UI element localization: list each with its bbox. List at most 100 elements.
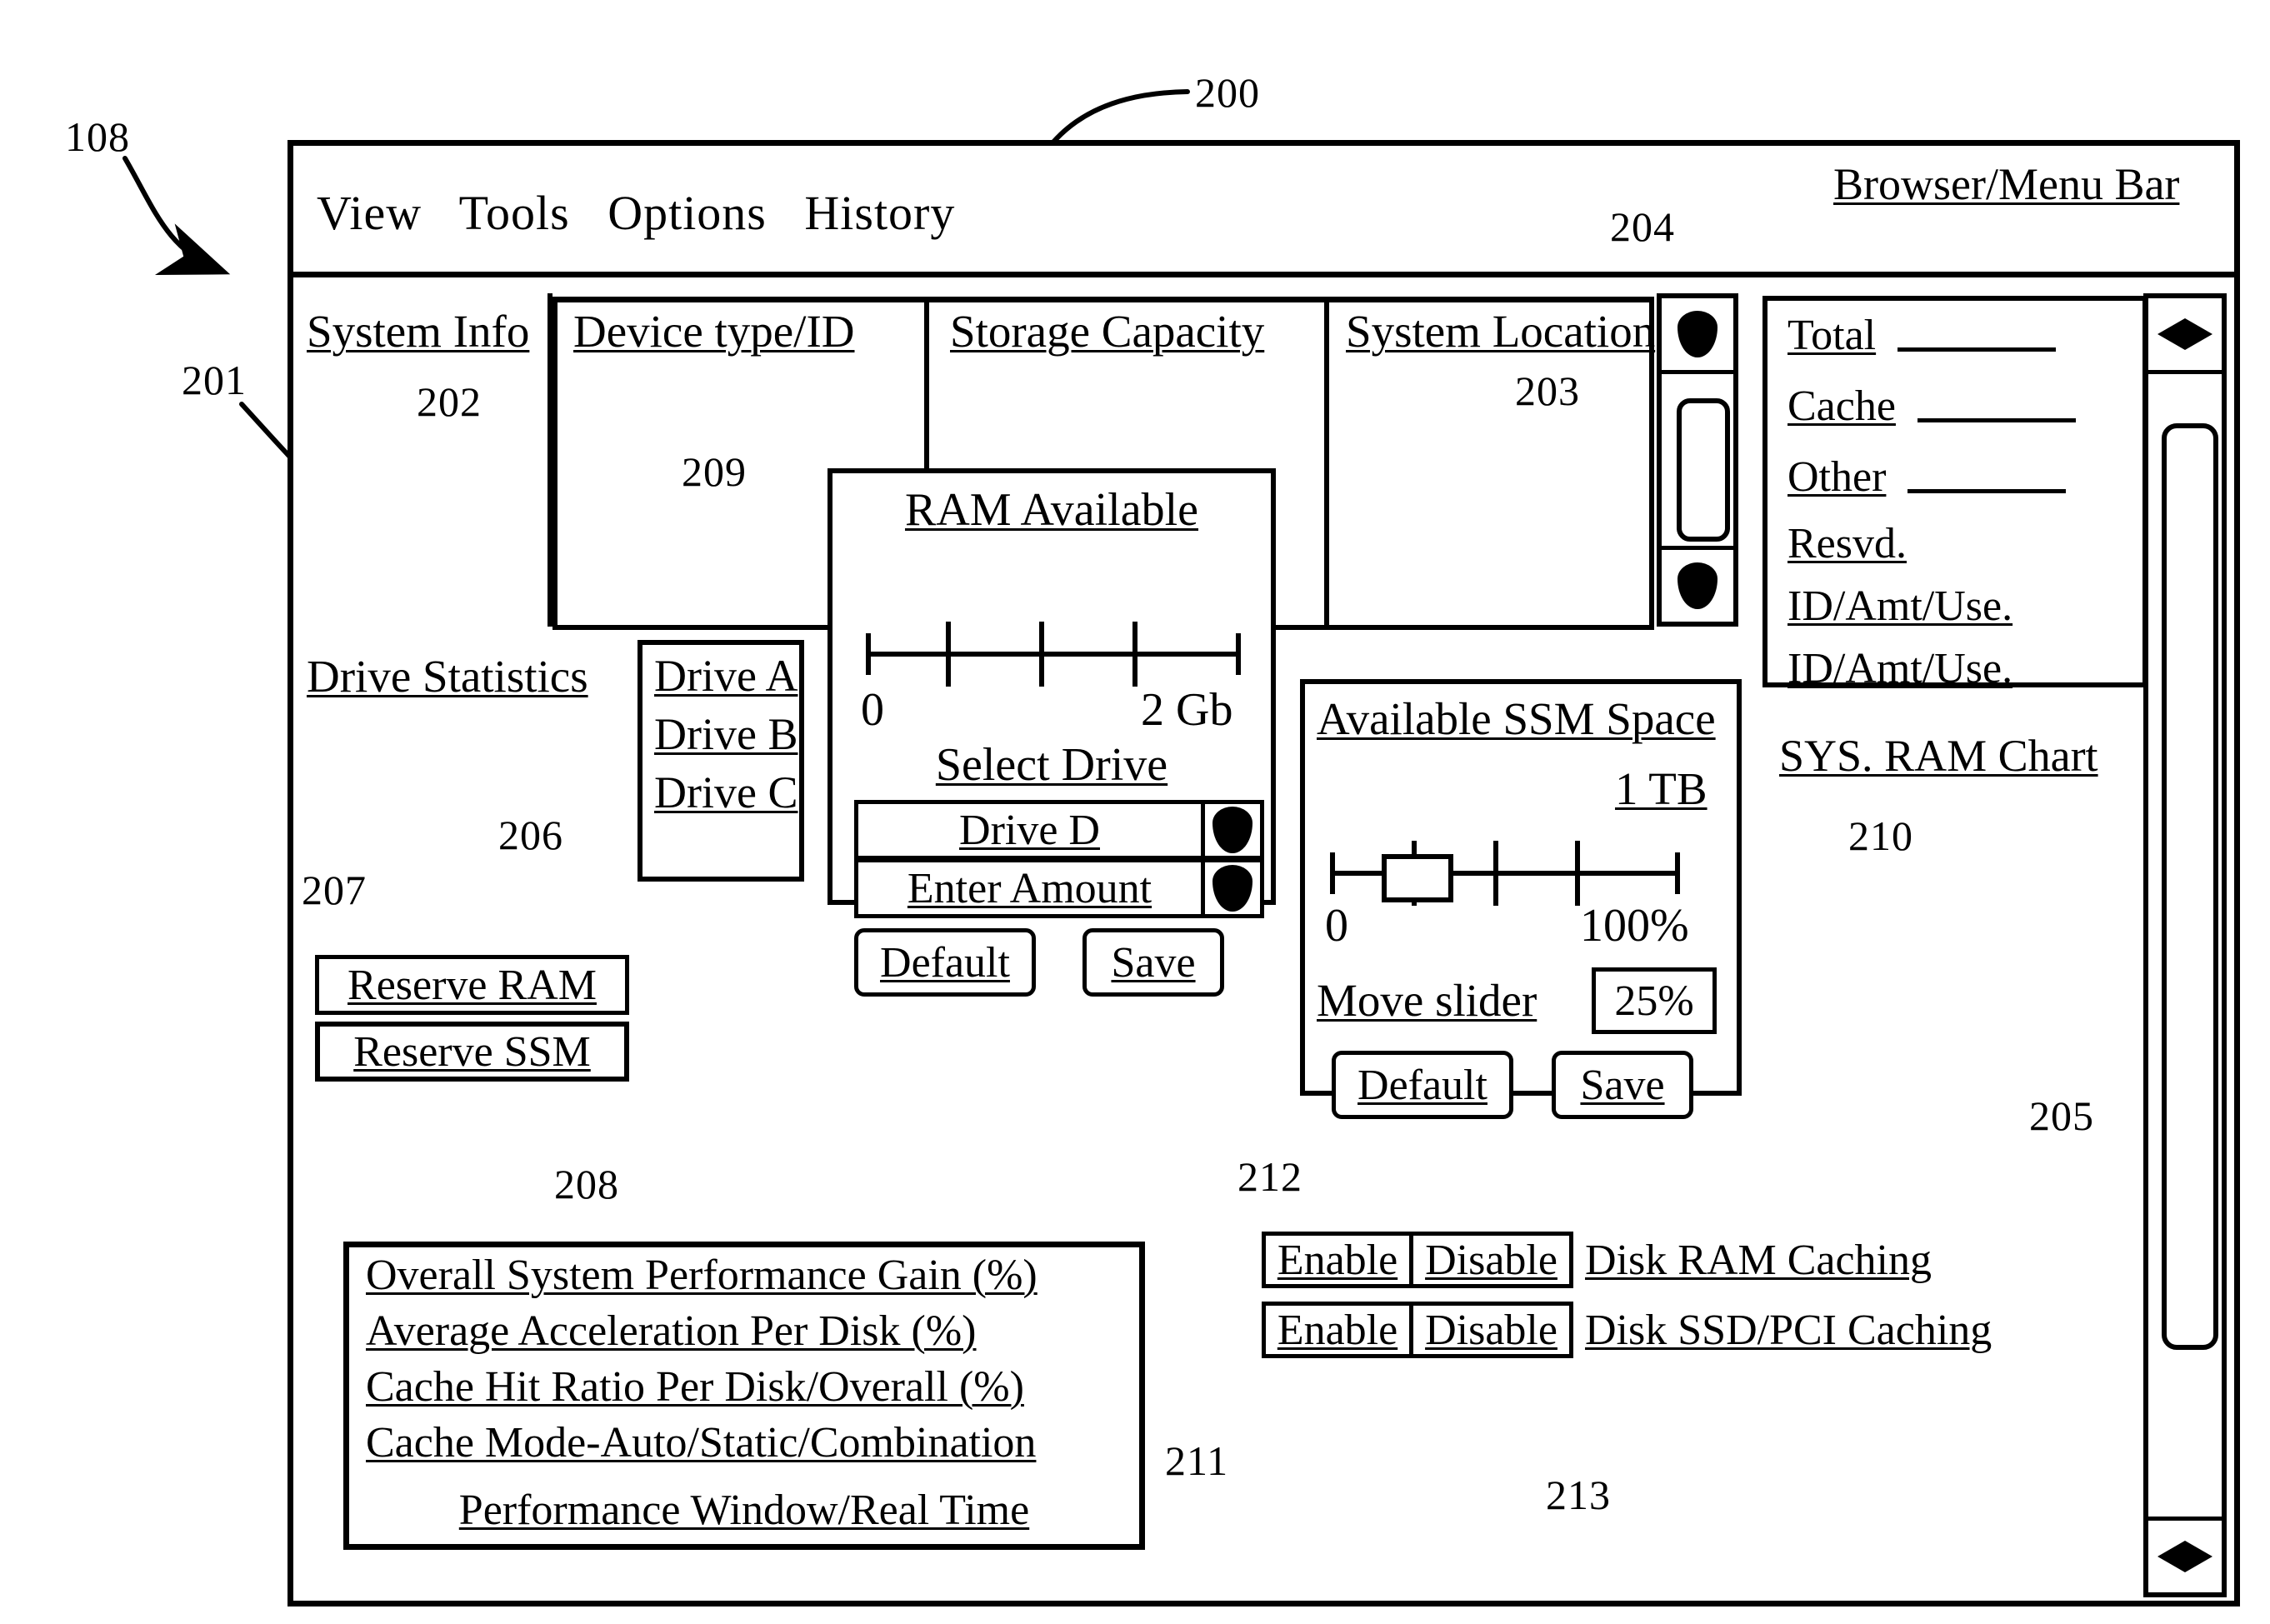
storage-capacity-label: Storage Capacity <box>950 306 1265 357</box>
reference-numeral-201: 201 <box>182 357 247 403</box>
scrollbar-thumb[interactable] <box>1677 398 1730 542</box>
ssm-default-label: Default <box>1358 1061 1488 1109</box>
reference-numeral-207: 207 <box>302 867 367 913</box>
reference-numeral-204: 204 <box>1610 203 1675 250</box>
menu-item-view[interactable]: View <box>317 186 422 240</box>
ssm-percent-slider[interactable] <box>1330 834 1680 909</box>
disable-disk-ssd-pci-caching-button[interactable]: Disable <box>1413 1302 1573 1358</box>
reference-numeral-208: 208 <box>554 1161 619 1207</box>
reference-numeral-213: 213 <box>1546 1472 1611 1518</box>
ram-default-label: Default <box>880 938 1010 987</box>
slider-end-right <box>1675 852 1680 894</box>
menu-items[interactable]: View Tools Options History <box>317 185 980 241</box>
patent-figure: View Tools Options History Browser/Menu … <box>0 0 2270 1624</box>
menu-item-history[interactable]: History <box>804 186 955 240</box>
outer-vertical-scrollbar[interactable] <box>2143 293 2227 1597</box>
reference-numeral-203: 203 <box>1515 367 1580 414</box>
slider-tick <box>1132 622 1138 687</box>
reference-numeral-210: 210 <box>1848 812 1913 859</box>
list-item[interactable]: Drive A <box>654 650 798 702</box>
ram-available-dialog: RAM Available 0 2 Gb Select Drive Drive … <box>828 468 1276 997</box>
disable-disk-ram-caching-button[interactable]: Disable <box>1413 1232 1573 1288</box>
ram-chart-row-label: Resvd. <box>1788 520 1907 567</box>
reserve-ssm-button[interactable]: Reserve SSM <box>315 1022 629 1082</box>
reference-numeral-206: 206 <box>498 812 563 858</box>
ram-chart-row-label: Other <box>1788 453 1887 501</box>
inner-vertical-scrollbar[interactable] <box>1657 293 1738 627</box>
menu-item-options[interactable]: Options <box>608 186 767 240</box>
device-type-id-label: Device type/ID <box>573 306 855 357</box>
ram-chart-row: Total <box>1788 311 2057 360</box>
disk-ssd-pci-caching-control: Enable Disable Disk SSD/PCI Caching <box>1262 1302 1992 1358</box>
drive-list[interactable]: Drive A Drive B Drive C <box>638 640 804 882</box>
ram-default-button[interactable]: Default <box>854 928 1036 997</box>
ssm-capacity-label: 1 TB <box>1615 763 1708 814</box>
ram-chart-row-value <box>1898 347 2057 352</box>
ssm-save-label: Save <box>1580 1061 1665 1109</box>
ssm-dialog-title: Available SSM Space <box>1317 693 1716 744</box>
scroll-up-icon[interactable] <box>2148 298 2222 374</box>
performance-metrics-panel: Overall System Performance Gain (%) Aver… <box>343 1242 1145 1550</box>
ram-amount-slider[interactable] <box>866 615 1241 690</box>
select-drive-label: Select Drive <box>832 738 1271 792</box>
scroll-down-icon[interactable] <box>1662 546 1733 622</box>
available-ssm-space-dialog: Available SSM Space 1 TB 0 100% Move sli… <box>1300 679 1742 1119</box>
ram-chart-row-label: Total <box>1788 312 1877 359</box>
ram-slider-min-label: 0 <box>861 684 884 736</box>
ram-save-button[interactable]: Save <box>1082 928 1224 997</box>
ssm-save-button[interactable]: Save <box>1552 1051 1693 1119</box>
slider-track <box>866 652 1241 657</box>
reserve-ram-button[interactable]: Reserve RAM <box>315 955 629 1015</box>
ram-save-label: Save <box>1111 938 1196 987</box>
list-item[interactable]: Drive B <box>654 708 798 760</box>
amount-select-dropdown[interactable]: Enter Amount <box>854 858 1264 918</box>
drive-statistics-label: Drive Statistics <box>307 651 588 702</box>
performance-row: Cache Hit Ratio Per Disk/Overall (%) <box>366 1363 1024 1411</box>
reserve-ram-label: Reserve RAM <box>348 961 597 1009</box>
reference-numeral-108: 108 <box>65 113 130 160</box>
enable-disk-ssd-pci-caching-button[interactable]: Enable <box>1262 1302 1413 1358</box>
reference-numeral-211: 211 <box>1165 1437 1229 1484</box>
slider-tick <box>946 622 951 687</box>
leader-108 <box>122 156 231 275</box>
disk-ram-caching-label: Disk RAM Caching <box>1585 1236 1932 1284</box>
disable-label: Disable <box>1425 1236 1558 1284</box>
disk-ssd-pci-caching-label: Disk SSD/PCI Caching <box>1585 1306 1992 1354</box>
reference-numeral-209: 209 <box>682 448 747 495</box>
amount-select-value: Enter Amount <box>907 864 1152 912</box>
drive-select-dropdown[interactable]: Drive D <box>854 800 1264 860</box>
scroll-up-icon[interactable] <box>1662 298 1733 374</box>
enable-label: Enable <box>1277 1236 1398 1284</box>
slider-tick <box>1039 622 1044 687</box>
reference-numeral-202: 202 <box>417 378 482 425</box>
dialog-title: RAM Available <box>832 483 1271 537</box>
enable-disk-ram-caching-button[interactable]: Enable <box>1262 1232 1413 1288</box>
performance-row: Average Acceleration Per Disk (%) <box>366 1307 977 1355</box>
slider-tick <box>1575 841 1580 906</box>
slider-handle[interactable] <box>1382 854 1453 902</box>
chevron-down-icon[interactable] <box>1201 862 1260 914</box>
scroll-down-icon[interactable] <box>2148 1517 2222 1592</box>
reference-numeral-205: 205 <box>2029 1092 2094 1139</box>
ram-slider-max-label: 2 Gb <box>1141 684 1233 736</box>
menu-item-tools[interactable]: Tools <box>459 186 570 240</box>
reserve-ssm-label: Reserve SSM <box>353 1027 591 1076</box>
reference-numeral-200: 200 <box>1195 69 1260 116</box>
scrollbar-thumb[interactable] <box>2162 423 2218 1350</box>
ram-chart-row-value <box>1917 418 2076 422</box>
slider-end-right <box>1236 633 1241 675</box>
slider-end-left <box>1330 852 1335 894</box>
ram-chart-row: Other <box>1788 452 2067 502</box>
enable-label: Enable <box>1277 1306 1398 1354</box>
list-item[interactable]: Drive C <box>654 767 798 818</box>
slider-tick <box>1493 841 1498 906</box>
ssm-slider-min-label: 0 <box>1325 900 1348 952</box>
ram-chart-row-value <box>1908 489 2067 493</box>
ssm-default-button[interactable]: Default <box>1332 1051 1513 1119</box>
ram-chart-row-label: Cache <box>1788 382 1896 430</box>
sys-ram-chart-panel: Total Cache Other Resvd. ID/Amt/Use. ID/… <box>1762 296 2148 692</box>
slider-value-field[interactable]: 25% <box>1592 967 1717 1034</box>
performance-row: Overall System Performance Gain (%) <box>366 1252 1038 1299</box>
disk-ram-caching-control: Enable Disable Disk RAM Caching <box>1262 1232 1932 1288</box>
chevron-down-icon[interactable] <box>1201 804 1260 856</box>
